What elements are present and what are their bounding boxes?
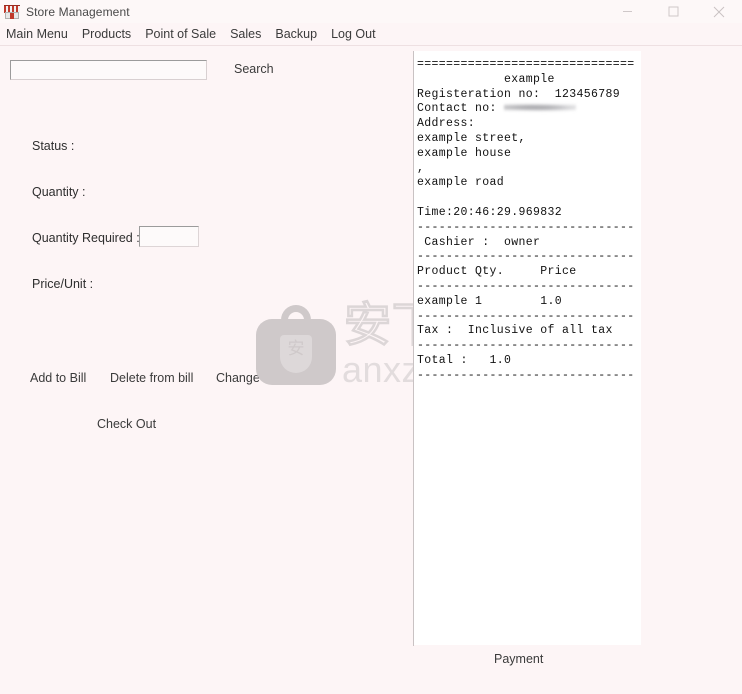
store-icon (4, 4, 20, 20)
menu-item-products[interactable]: Products (75, 27, 138, 41)
receipt-cashier: Cashier : owner (417, 235, 541, 249)
price-unit-label: Price/Unit : (32, 277, 94, 291)
quantity-required-input[interactable] (139, 226, 199, 247)
change-button[interactable]: Change (216, 371, 260, 385)
receipt-table-header: Product Qty. Price (417, 265, 577, 279)
receipt-address-line-4: example road (417, 176, 505, 190)
receipt-address-line-3: , (417, 161, 425, 175)
check-out-button[interactable]: Check Out (97, 417, 156, 431)
receipt-divider-3: ------------------------------ (417, 279, 635, 293)
maximize-icon[interactable] (650, 0, 696, 23)
shopping-bag-icon: 安 (256, 305, 336, 385)
receipt-panel[interactable]: ============================== example R… (414, 51, 641, 645)
receipt-divider-1: ------------------------------ (417, 220, 635, 234)
receipt-item-row: example 1 1.0 (417, 294, 563, 308)
menu-item-point-of-sale[interactable]: Point of Sale (138, 27, 223, 41)
receipt-address-line-2: example house (417, 146, 512, 160)
receipt-tax: Tax : Inclusive of all tax (417, 324, 613, 338)
receipt-total: Total : 1.0 (417, 353, 512, 367)
title-bar: Store Management (0, 0, 742, 23)
menu-item-main-menu[interactable]: Main Menu (0, 27, 75, 41)
search-input[interactable] (10, 60, 207, 80)
receipt-address-label: Address: (417, 117, 476, 131)
receipt-time: Time:20:46:29.969832 (417, 205, 563, 219)
receipt-contact: Contact no: (417, 102, 577, 115)
receipt-divider-6: ------------------------------ (417, 368, 635, 382)
window-controls (604, 0, 742, 23)
receipt-divider-4: ------------------------------ (417, 309, 635, 323)
receipt-store-name: example (504, 72, 555, 86)
add-to-bill-button[interactable]: Add to Bill (30, 371, 86, 385)
watermark-bag-char: 安 (287, 339, 305, 359)
menu-item-backup[interactable]: Backup (268, 27, 324, 41)
close-icon[interactable] (696, 0, 742, 23)
payment-button[interactable]: Payment (494, 652, 543, 666)
receipt-divider-5: ------------------------------ (417, 339, 635, 353)
minimize-icon[interactable] (604, 0, 650, 23)
quantity-label: Quantity : (32, 185, 86, 199)
redacted-contact-value (504, 103, 577, 113)
menu-item-sales[interactable]: Sales (223, 27, 268, 41)
menu-item-log-out[interactable]: Log Out (324, 27, 382, 41)
window-title: Store Management (26, 4, 130, 19)
receipt-divider-2: ------------------------------ (417, 250, 635, 264)
receipt-text: ============================== example R… (417, 58, 641, 384)
search-button[interactable]: Search (234, 62, 274, 76)
status-label: Status : (32, 139, 75, 153)
quantity-required-label: Quantity Required : (32, 231, 140, 245)
receipt-registration: Registeration no: 123456789 (417, 87, 621, 101)
delete-from-bill-button[interactable]: Delete from bill (110, 371, 193, 385)
receipt-address-line-1: example street, (417, 131, 526, 145)
menu-bar: Main Menu Products Point of Sale Sales B… (0, 23, 742, 46)
receipt-divider-top: ============================== (417, 58, 635, 71)
